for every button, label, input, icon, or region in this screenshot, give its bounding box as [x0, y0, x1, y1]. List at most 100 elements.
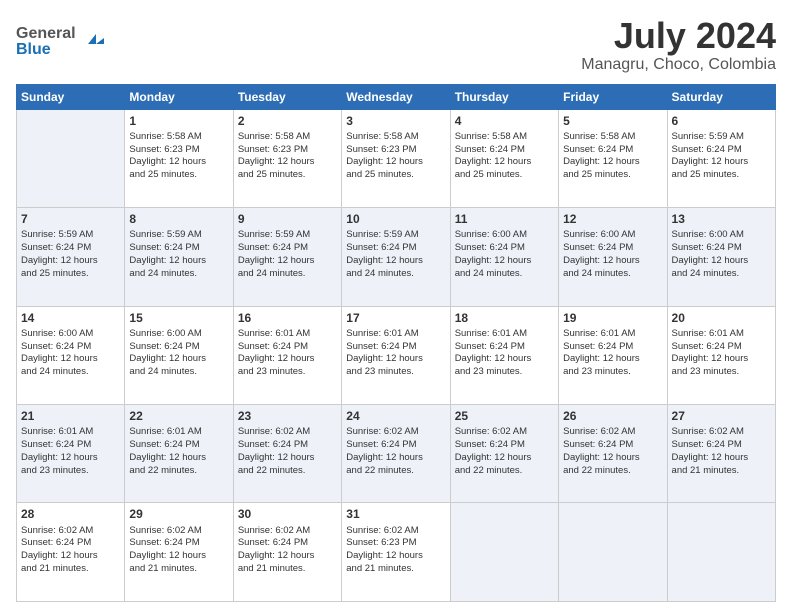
day-info: Daylight: 12 hours — [672, 255, 771, 268]
day-info: and 21 minutes. — [238, 563, 337, 576]
calendar-cell: 2Sunrise: 5:58 AMSunset: 6:23 PMDaylight… — [233, 109, 341, 207]
day-info: Daylight: 12 hours — [346, 353, 445, 366]
day-info: and 24 minutes. — [21, 366, 120, 379]
day-info: Daylight: 12 hours — [129, 353, 228, 366]
day-info: Sunset: 6:24 PM — [129, 439, 228, 452]
weekday-header-row: Sunday Monday Tuesday Wednesday Thursday… — [17, 84, 776, 109]
day-info: Daylight: 12 hours — [563, 353, 662, 366]
day-info: and 25 minutes. — [455, 169, 554, 182]
day-info: Sunrise: 5:59 AM — [672, 131, 771, 144]
day-number: 3 — [346, 113, 445, 129]
day-number: 22 — [129, 408, 228, 424]
day-info: Daylight: 12 hours — [672, 452, 771, 465]
calendar-cell: 25Sunrise: 6:02 AMSunset: 6:24 PMDayligh… — [450, 405, 558, 503]
day-number: 8 — [129, 211, 228, 227]
day-info: Sunset: 6:23 PM — [346, 537, 445, 550]
day-info: and 22 minutes. — [238, 465, 337, 478]
day-info: and 23 minutes. — [238, 366, 337, 379]
day-number: 1 — [129, 113, 228, 129]
day-info: Daylight: 12 hours — [455, 156, 554, 169]
day-info: Sunset: 6:24 PM — [129, 537, 228, 550]
day-info: Daylight: 12 hours — [129, 452, 228, 465]
day-info: Daylight: 12 hours — [238, 353, 337, 366]
day-info: Sunrise: 5:58 AM — [238, 131, 337, 144]
day-number: 2 — [238, 113, 337, 129]
day-info: Daylight: 12 hours — [129, 550, 228, 563]
day-info: and 21 minutes. — [21, 563, 120, 576]
calendar-cell — [450, 503, 558, 602]
day-info: and 24 minutes. — [238, 268, 337, 281]
day-info: and 22 minutes. — [563, 465, 662, 478]
day-number: 21 — [21, 408, 120, 424]
day-info: Sunrise: 5:59 AM — [129, 229, 228, 242]
header-tuesday: Tuesday — [233, 84, 341, 109]
calendar-cell: 29Sunrise: 6:02 AMSunset: 6:24 PMDayligh… — [125, 503, 233, 602]
day-info: and 24 minutes. — [346, 268, 445, 281]
calendar-cell: 13Sunrise: 6:00 AMSunset: 6:24 PMDayligh… — [667, 208, 775, 306]
day-info: and 21 minutes. — [129, 563, 228, 576]
day-info: and 21 minutes. — [672, 465, 771, 478]
calendar-cell: 21 Sunrise: 6:01 AMSunset: 6:24 PMDayligh… — [17, 405, 125, 503]
day-info: and 25 minutes. — [672, 169, 771, 182]
day-info: Daylight: 12 hours — [129, 156, 228, 169]
svg-text:Blue: Blue — [16, 41, 51, 56]
day-info: Daylight: 12 hours — [455, 255, 554, 268]
day-number: 6 — [672, 113, 771, 129]
day-info: Sunset: 6:24 PM — [346, 242, 445, 255]
header: General Blue July 2024 Managru, Choco, C… — [16, 16, 776, 74]
day-info: Sunrise: 6:01 AM — [129, 426, 228, 439]
day-info: Sunset: 6:24 PM — [238, 341, 337, 354]
calendar-cell: 3Sunrise: 5:58 AMSunset: 6:23 PMDaylight… — [342, 109, 450, 207]
day-info: Sunrise: 6:01 AM — [21, 426, 120, 439]
day-number: 25 — [455, 408, 554, 424]
day-info: Sunset: 6:24 PM — [563, 341, 662, 354]
day-info: Sunset: 6:24 PM — [346, 341, 445, 354]
day-number: 14 — [21, 310, 120, 326]
calendar-cell: 30Sunrise: 6:02 AMSunset: 6:24 PMDayligh… — [233, 503, 341, 602]
day-info: Daylight: 12 hours — [346, 255, 445, 268]
day-info: Sunset: 6:24 PM — [129, 341, 228, 354]
day-info: Sunrise: 6:02 AM — [238, 525, 337, 538]
day-info: and 22 minutes. — [346, 465, 445, 478]
day-number: 26 — [563, 408, 662, 424]
header-saturday: Saturday — [667, 84, 775, 109]
header-sunday: Sunday — [17, 84, 125, 109]
day-number: 23 — [238, 408, 337, 424]
month-title: July 2024 — [581, 16, 776, 56]
calendar-table: Sunday Monday Tuesday Wednesday Thursday… — [16, 84, 776, 602]
calendar-cell: 24Sunrise: 6:02 AMSunset: 6:24 PMDayligh… — [342, 405, 450, 503]
day-info: and 24 minutes. — [129, 366, 228, 379]
day-info: Sunset: 6:24 PM — [129, 242, 228, 255]
calendar-cell: 9Sunrise: 5:59 AMSunset: 6:24 PMDaylight… — [233, 208, 341, 306]
day-info: Sunrise: 6:00 AM — [563, 229, 662, 242]
day-info: and 24 minutes. — [563, 268, 662, 281]
day-info: Daylight: 12 hours — [21, 353, 120, 366]
calendar-cell: 18Sunrise: 6:01 AMSunset: 6:24 PMDayligh… — [450, 306, 558, 404]
day-info: Sunrise: 6:02 AM — [346, 525, 445, 538]
day-number: 28 — [21, 506, 120, 522]
day-info: Sunrise: 6:01 AM — [672, 328, 771, 341]
day-info: Sunrise: 6:01 AM — [346, 328, 445, 341]
day-info: Sunset: 6:24 PM — [21, 439, 120, 452]
day-info: Sunrise: 6:00 AM — [21, 328, 120, 341]
calendar-cell — [17, 109, 125, 207]
day-info: Daylight: 12 hours — [672, 156, 771, 169]
day-info: Sunset: 6:24 PM — [672, 144, 771, 157]
day-number: 7 — [21, 211, 120, 227]
day-info: Sunrise: 6:00 AM — [455, 229, 554, 242]
day-info: and 21 minutes. — [346, 563, 445, 576]
day-info: Sunrise: 5:58 AM — [455, 131, 554, 144]
day-info: Sunrise: 5:58 AM — [129, 131, 228, 144]
day-number: 12 — [563, 211, 662, 227]
day-info: and 25 minutes. — [563, 169, 662, 182]
day-info: and 23 minutes. — [21, 465, 120, 478]
calendar-cell: 27Sunrise: 6:02 AMSunset: 6:24 PMDayligh… — [667, 405, 775, 503]
calendar-cell — [667, 503, 775, 602]
day-info: Sunrise: 5:59 AM — [21, 229, 120, 242]
day-info: Sunrise: 6:02 AM — [21, 525, 120, 538]
header-thursday: Thursday — [450, 84, 558, 109]
day-info: Daylight: 12 hours — [21, 452, 120, 465]
week-row-2: 7Sunrise: 5:59 AMSunset: 6:24 PMDaylight… — [17, 208, 776, 306]
day-info: and 23 minutes. — [672, 366, 771, 379]
day-info: Sunset: 6:23 PM — [129, 144, 228, 157]
